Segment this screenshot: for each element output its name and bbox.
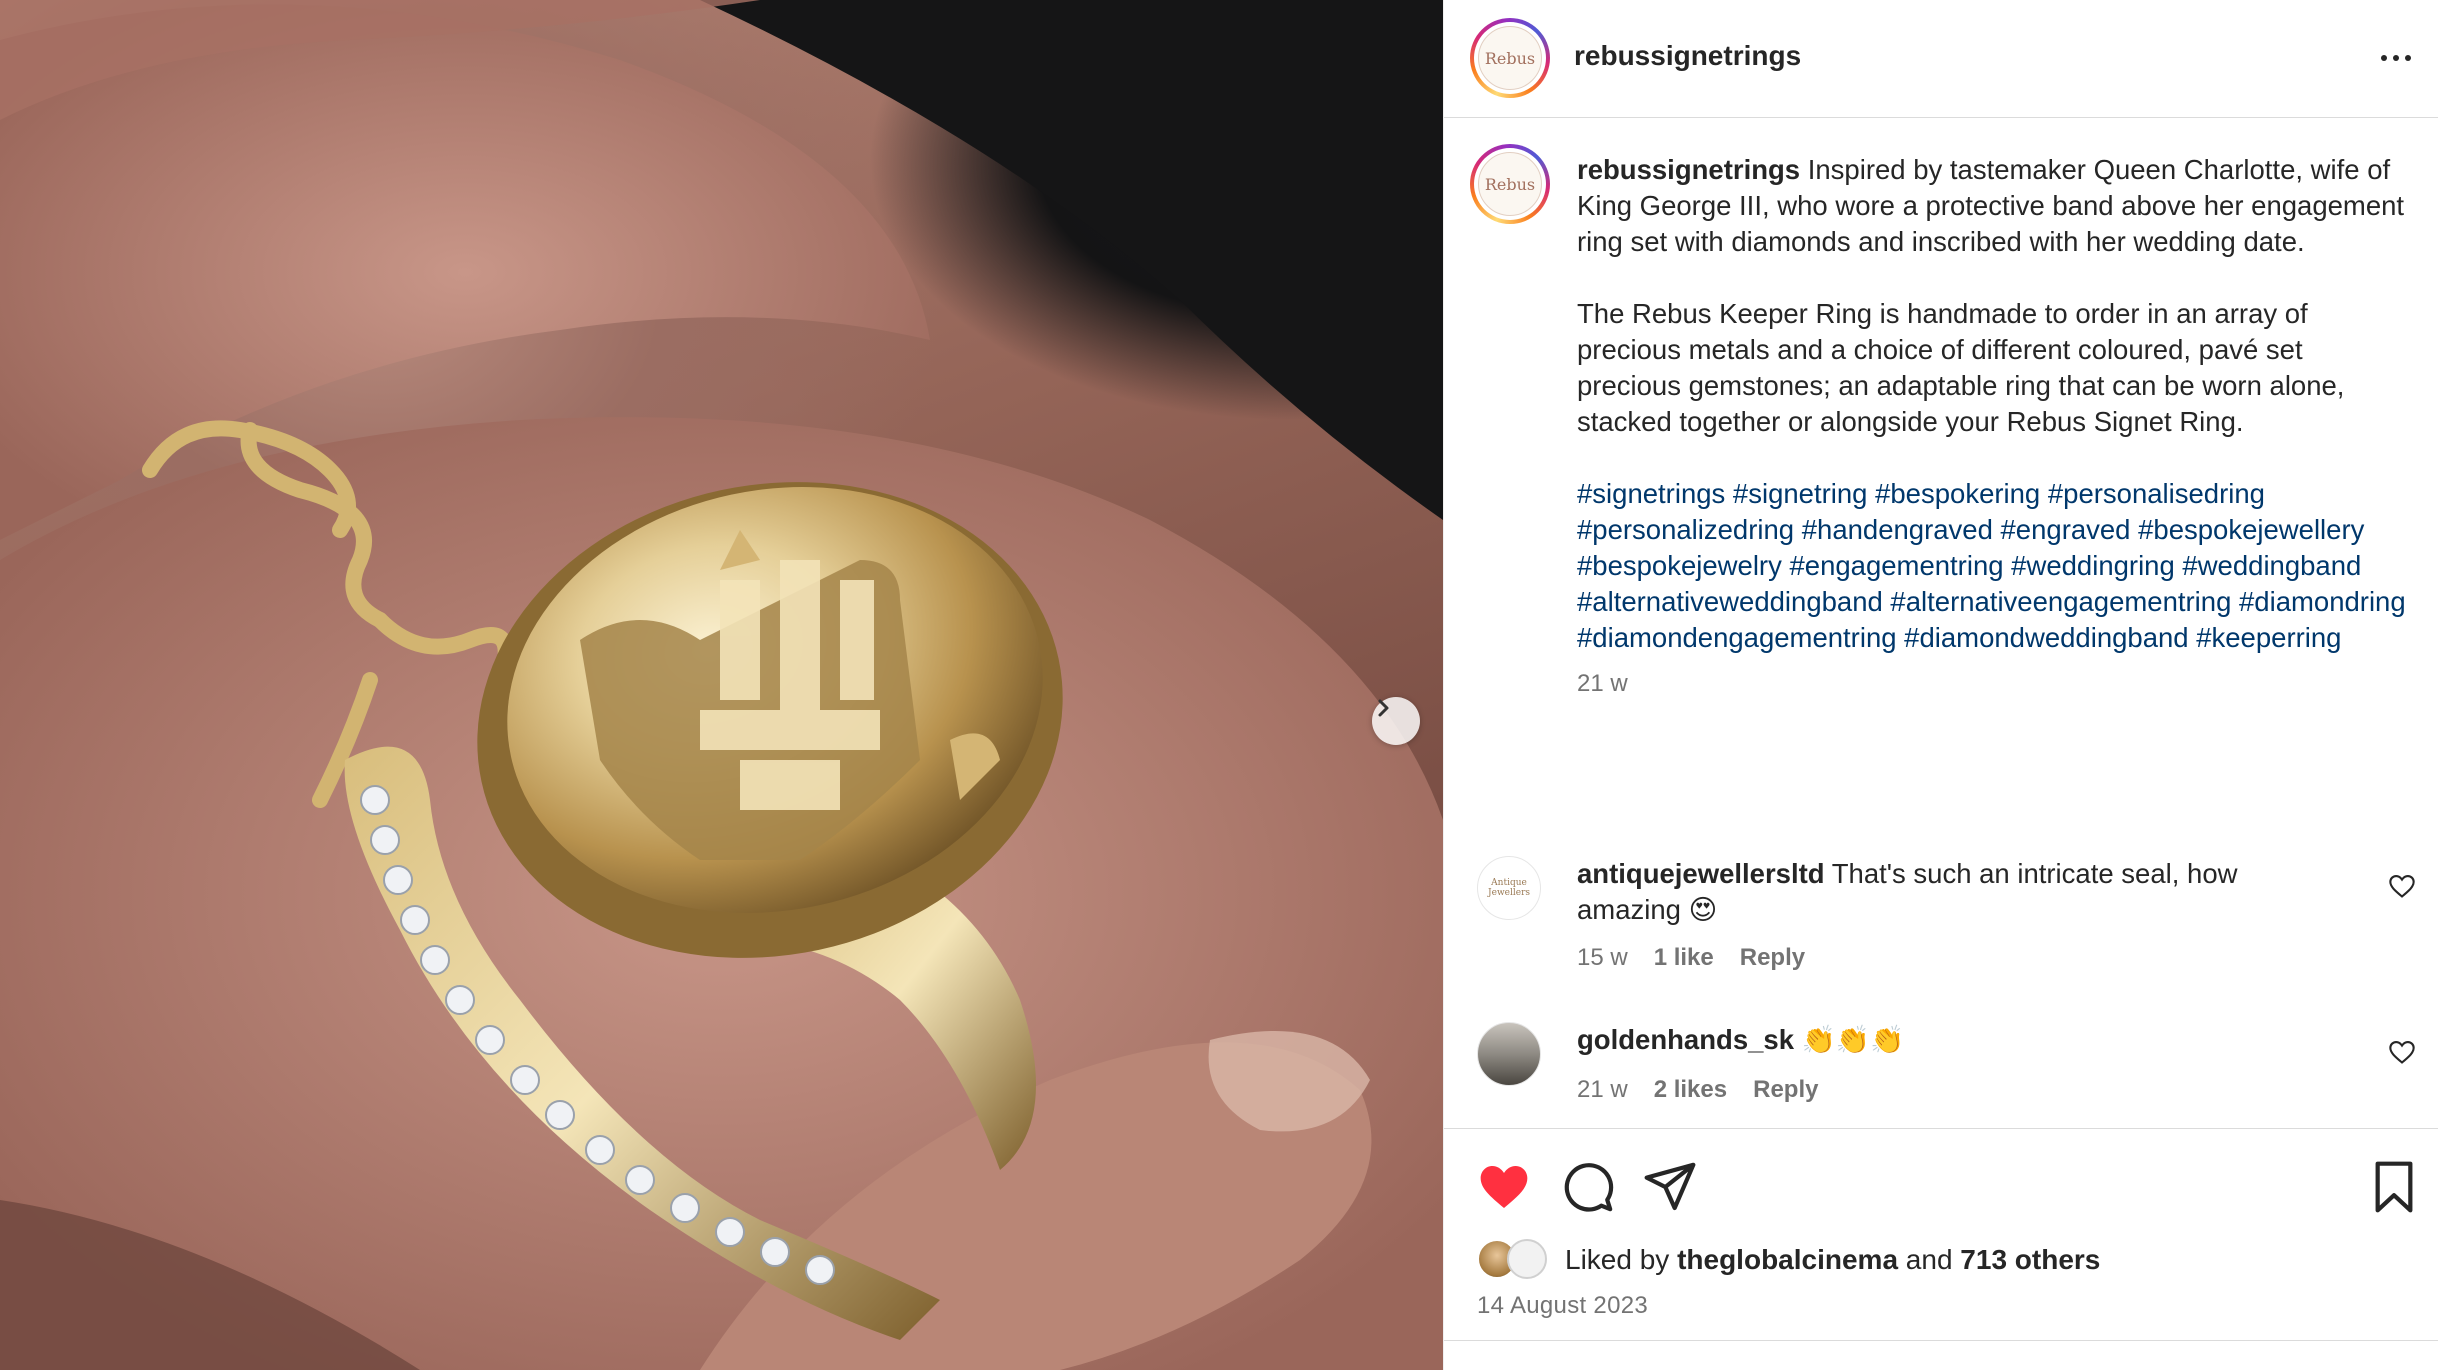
next-image-button[interactable] [1372,697,1420,745]
bookmark-icon[interactable] [2366,1159,2422,1215]
caption-hashtags[interactable]: #signetrings #signetring #bespokering #p… [1577,476,2407,656]
likes-summary[interactable]: Liked by theglobalcinema and 713 others [1477,1239,2100,1281]
comment-username[interactable]: antiquejewellersltd [1577,858,1825,889]
likes-and: and [1905,1244,1953,1275]
antique-jewellers-logo: Antique Jewellers [1488,878,1530,898]
comment-likes[interactable]: 1 like [1654,944,1714,972]
divider [1444,1340,2438,1341]
chevron-right-icon [1378,699,1389,717]
liker-avatars [1477,1239,1559,1281]
rebus-logo: Rebus [1478,26,1542,90]
more-options-button[interactable] [2376,40,2416,76]
caption-timestamp: 21 w [1577,670,1628,697]
caption-username[interactable]: rebussignetrings [1577,154,1800,185]
caption-avatar[interactable]: Rebus [1470,144,1550,224]
author-avatar[interactable]: Rebus [1470,18,1550,98]
liker-avatar [1507,1239,1547,1279]
comment-username[interactable]: goldenhands_sk [1577,1024,1794,1055]
comment-reply-button[interactable]: Reply [1753,1076,1818,1104]
author-username[interactable]: rebussignetrings [1574,40,1801,72]
caption-paragraph-2: The Rebus Keeper Ring is handmade to ord… [1577,298,2345,437]
comment-likes[interactable]: 2 likes [1654,1076,1727,1104]
comment-icon[interactable] [1560,1159,1616,1215]
comment-text: antiquejewellersltd That's such an intri… [1577,856,2337,928]
comment-meta: 21 w 2 likes Reply [1577,1076,1818,1104]
caption: rebussignetrings Inspired by tastemaker … [1577,152,2407,702]
comment-time: 15 w [1577,944,1628,971]
share-icon[interactable] [1642,1159,1698,1215]
likes-prefix: Liked by [1565,1244,1670,1275]
ring-photo [0,0,1443,1370]
comment-reply-button[interactable]: Reply [1740,944,1805,972]
post-header: Rebus rebussignetrings [1444,0,2438,118]
post-date: 14 August 2023 [1477,1292,1649,1319]
post-sidebar: Rebus rebussignetrings Rebus rebussignet… [1443,0,2438,1370]
commenter-avatar[interactable] [1477,1022,1541,1086]
comment-like-heart-icon[interactable] [2388,1038,2416,1066]
likes-others-count[interactable]: 713 others [1960,1244,2100,1276]
heart-filled-icon[interactable] [1476,1159,1532,1215]
comment-time: 21 w [1577,1076,1628,1103]
more-horizontal-icon [2381,55,2387,61]
rebus-logo-small: Rebus [1478,152,1542,216]
commenter-avatar[interactable]: Antique Jewellers [1477,856,1541,920]
comment-like-heart-icon[interactable] [2388,872,2416,900]
post-image[interactable] [0,0,1443,1370]
comment-message: 👏👏👏 [1801,1024,1905,1055]
comment-text: goldenhands_sk 👏👏👏 [1577,1022,2337,1058]
comment-meta: 15 w 1 like Reply [1577,944,1805,972]
liked-by-user[interactable]: theglobalcinema [1677,1244,1898,1276]
post-actions: Liked by theglobalcinema and 713 others … [1444,1128,2438,1368]
